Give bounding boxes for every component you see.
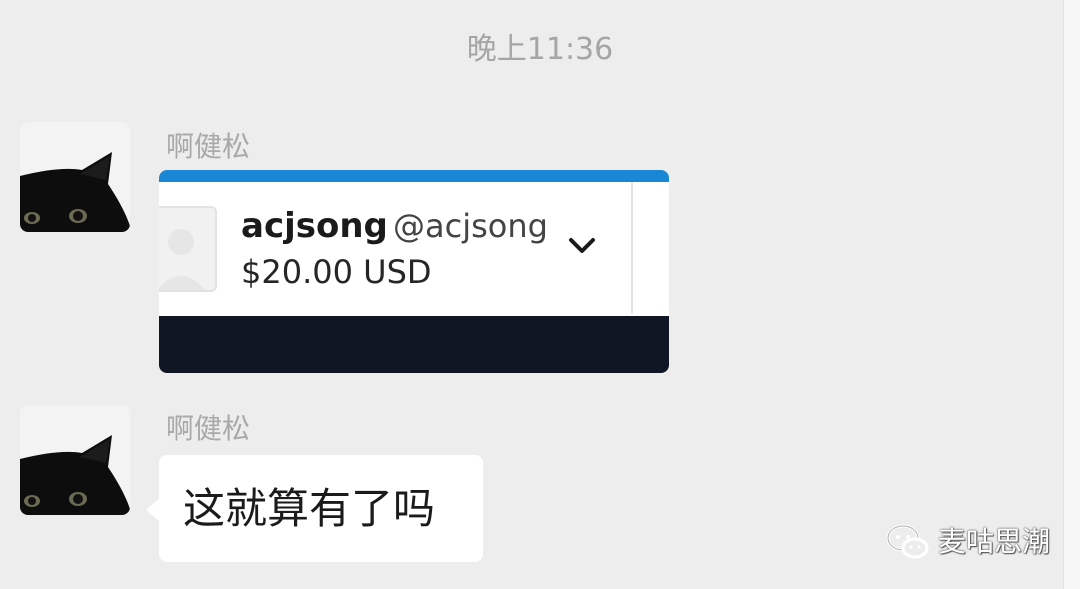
profile-placeholder-icon xyxy=(159,206,217,292)
card-display-name: acjsong xyxy=(241,206,388,246)
message-bubble[interactable]: 这就算有了吗 xyxy=(159,455,483,562)
card-handle: @acjsong xyxy=(393,207,548,245)
message-timestamp: 晚上11:36 xyxy=(466,32,614,67)
watermark-text: 麦咕思潮 xyxy=(938,525,1051,558)
card-footer-bar xyxy=(159,316,669,373)
sender-name: 啊健松 xyxy=(166,130,251,163)
card-amount: $20.00 USD xyxy=(241,253,432,291)
card-divider xyxy=(631,182,633,314)
bubble-tail xyxy=(146,498,160,522)
wechat-icon xyxy=(886,524,929,559)
cat-avatar-image xyxy=(20,405,130,515)
cat-avatar-image xyxy=(20,122,130,232)
card-accent-bar xyxy=(159,170,669,182)
scrollbar[interactable] xyxy=(1063,0,1080,589)
chevron-down-icon[interactable] xyxy=(567,236,597,256)
sender-avatar[interactable] xyxy=(20,122,130,232)
message-text: 这就算有了吗 xyxy=(183,484,436,533)
sender-avatar[interactable] xyxy=(20,405,130,515)
payment-card[interactable]: acjsong @acjsong $20.00 USD xyxy=(159,170,669,373)
watermark: 麦咕思潮 xyxy=(886,520,1050,564)
sender-name: 啊健松 xyxy=(166,412,251,445)
